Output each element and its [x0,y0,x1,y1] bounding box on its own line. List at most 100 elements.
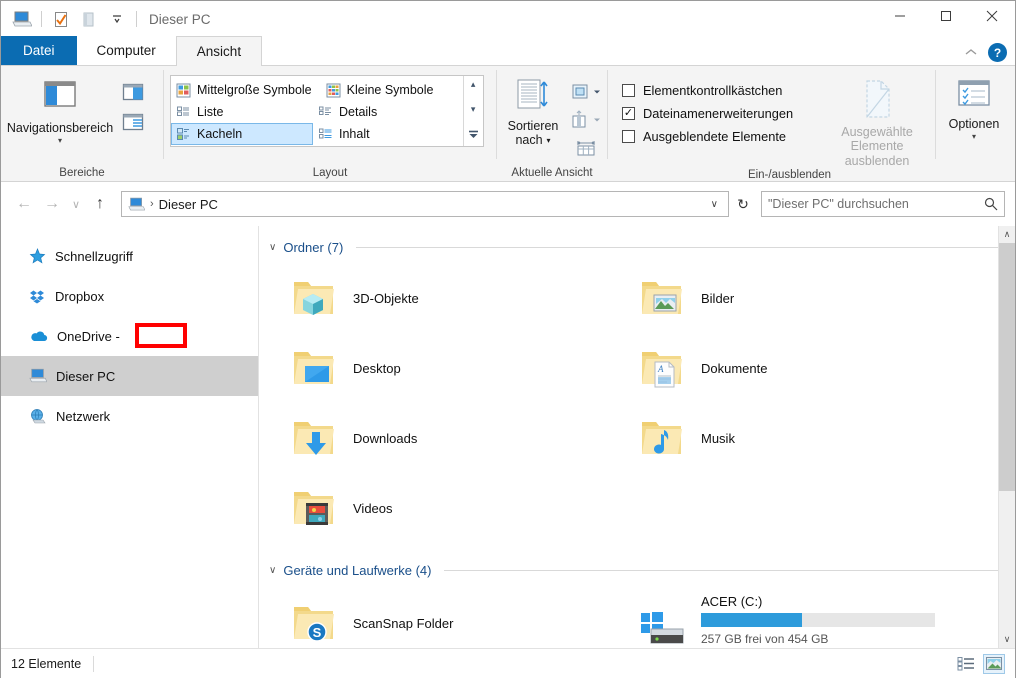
explorer-body: Schnellzugriff Dropbox OneDrive - Dieser… [1,226,1015,648]
chevron-down-icon[interactable]: ∨ [269,242,276,253]
layout-option-inhalt[interactable]: Inhalt [313,123,455,145]
forward-button[interactable]: → [39,191,65,217]
tile-item[interactable]: Musik [633,403,981,473]
group-label-aktuelle-ansicht: Aktuelle Ansicht [511,167,593,179]
tab-computer[interactable]: Computer [77,36,176,65]
sidebar-item-netzwerk[interactable]: Netzwerk [1,396,258,436]
bereiche-small-buttons [119,71,147,135]
ribbon-group-ein-ausblenden: Elementkontrollkästchen ✓ Dateinamenerwe… [608,66,935,182]
content-icon [319,128,332,138]
breadcrumb[interactable]: › Dieser PC ∨ [121,191,729,217]
gallery-expand-icon[interactable] [468,130,479,142]
sort-by-icon [517,79,548,109]
chevron-down-icon[interactable]: ▾ [58,136,62,145]
scrollbar-thumb[interactable] [999,243,1015,492]
checkbox-row-hidden-items[interactable]: Ausgeblendete Elemente [622,129,793,144]
item-checkboxes-checkbox[interactable] [622,84,635,97]
collapse-ribbon-icon[interactable] [964,44,978,62]
details-pane-icon[interactable] [119,109,147,135]
scrollbar-track[interactable] [999,243,1015,631]
maximize-button[interactable] [923,1,969,31]
tab-datei[interactable]: Datei [1,36,77,65]
search-input[interactable] [768,197,984,211]
chevron-down-icon[interactable]: ▾ [547,136,551,145]
checkbox-row-file-extensions[interactable]: ✓ Dateinamenerweiterungen [622,106,793,121]
minimize-button[interactable] [877,1,923,31]
network-icon [31,408,46,423]
tile-label: Musik [701,430,735,446]
folder-scansnap-icon: S [289,598,339,648]
help-icon[interactable]: ? [988,43,1007,62]
customize-qat-caret[interactable] [104,7,130,31]
new-folder-icon[interactable] [76,7,102,31]
tile-item[interactable]: Downloads [285,403,633,473]
navigation-pane-button[interactable]: Navigationsbereich ▾ [1,71,119,146]
tile-item-drive[interactable]: ACER (C:) 257 GB frei von 454 GB [633,588,981,648]
layout-option-kacheln[interactable]: Kacheln [171,123,313,145]
ribbon-group-aktuelle-ansicht: Sortieren nach ▾ Aktuelle Ansicht [497,66,607,182]
tile-item[interactable]: S ScanSnap Folder [285,588,633,648]
navigation-pane-icon [44,81,76,107]
section-title: Geräte und Laufwerke (4) [283,563,432,578]
chevron-down-icon[interactable]: ∨ [705,199,724,210]
layout-option-label: Liste [197,105,224,119]
tiles-icon [177,127,189,140]
hidden-items-checkbox[interactable] [622,130,635,143]
tile-item[interactable]: 3D-Objekte [285,263,633,333]
scroll-down-icon[interactable]: ∨ [999,631,1015,648]
sidebar-item-dropbox[interactable]: Dropbox [1,276,258,316]
gallery-scroll-down-icon[interactable]: ▾ [471,105,476,114]
checkbox-row-item-checkboxes[interactable]: Elementkontrollkästchen [622,83,793,98]
up-button[interactable]: ↑ [87,191,113,217]
layout-gallery-scrollbar[interactable]: ▴ ▾ [462,76,483,146]
content-scrollbar[interactable]: ∧ ∨ [998,226,1015,648]
tile-item[interactable]: Bilder [633,263,981,333]
tile-item[interactable]: Desktop [285,333,633,403]
layout-option-details[interactable]: Details [313,101,455,123]
section-header-geraete[interactable]: ∨ Geräte und Laufwerke (4) [259,543,1015,578]
onedrive-icon [31,331,48,342]
group-by-icon[interactable] [569,79,603,105]
section-header-ordner[interactable]: ∨ Ordner (7) [259,226,1015,255]
back-button[interactable]: ← [11,191,37,217]
add-columns-icon[interactable] [569,107,603,133]
preview-pane-icon[interactable] [119,79,147,105]
refresh-icon[interactable]: ↻ [731,191,755,217]
options-button[interactable]: Optionen ▾ [936,71,1012,142]
drive-info: ACER (C:) 257 GB frei von 454 GB [701,594,935,646]
scroll-up-icon[interactable]: ∧ [999,226,1015,243]
file-extensions-checkbox[interactable]: ✓ [622,107,635,120]
navigation-pane-label: Navigationsbereich [6,121,114,135]
content-pane: ∨ Ordner (7) 3D-Objekte Bilder Desktop A… [259,226,1015,648]
tile-item[interactable]: Videos [285,473,633,543]
layout-option-liste[interactable]: Liste [171,101,313,123]
sidebar-item-dieser-pc[interactable]: Dieser PC [1,356,258,396]
sidebar-item-schnellzugriff[interactable]: Schnellzugriff [1,236,258,276]
layout-option-small-icons[interactable]: Kleine Symbole [321,79,463,101]
breadcrumb-path[interactable]: Dieser PC [159,197,218,212]
chevron-down-icon[interactable]: ∨ [269,565,276,576]
size-all-columns-icon[interactable] [569,135,603,161]
this-pc-icon[interactable] [9,7,35,31]
tab-ansicht[interactable]: Ansicht [175,36,263,66]
sidebar-item-onedrive[interactable]: OneDrive - [1,316,258,356]
drive-usage-bar-fill [701,613,802,627]
close-button[interactable] [969,1,1015,31]
search-box[interactable] [761,191,1005,217]
section-rule [356,247,999,248]
group-label-layout: Layout [312,167,348,179]
layout-option-medium-icons[interactable]: Mittelgroße Symbole [171,79,321,101]
tile-label: Downloads [353,430,418,446]
folder-downloads-icon [289,413,339,463]
gallery-scroll-up-icon[interactable]: ▴ [471,80,476,89]
chevron-down-icon[interactable]: ▾ [972,132,976,141]
details-view-toggle[interactable] [955,654,977,674]
sort-by-button[interactable]: Sortieren nach ▾ [497,71,569,148]
properties-icon[interactable] [48,7,74,31]
recent-locations-button[interactable]: ∨ [67,191,85,217]
medium-icons-icon [176,83,191,97]
large-icons-view-toggle[interactable] [983,653,1005,674]
navigation-pane: Schnellzugriff Dropbox OneDrive - Dieser… [1,226,259,648]
tile-item[interactable]: A Dokumente [633,333,981,403]
ribbon-group-optionen: Optionen ▾ [936,66,1012,182]
